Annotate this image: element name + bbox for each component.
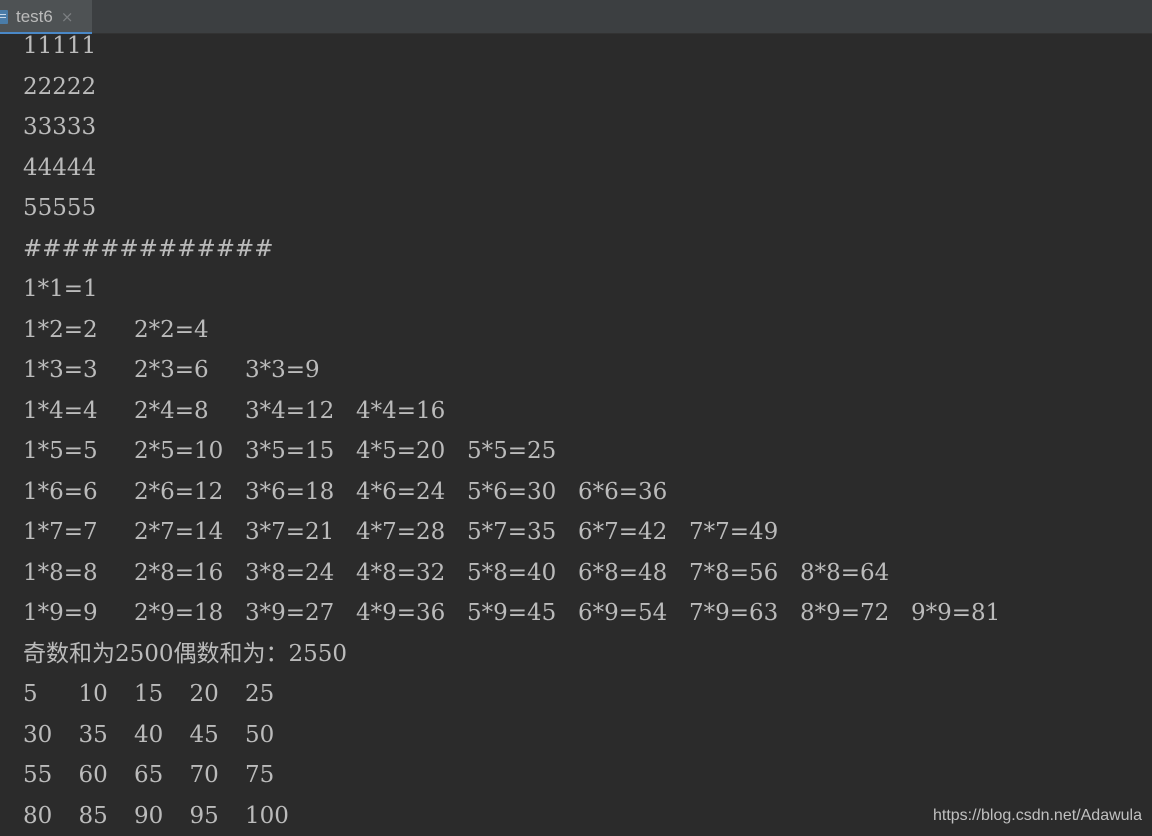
console-cell: 2*7=14 — [134, 512, 223, 553]
console-cell: 80 — [23, 796, 52, 836]
console-cell: 40 — [134, 715, 163, 756]
console-cell: 2*4=8 — [134, 391, 209, 432]
console-cell: 44444 — [23, 148, 96, 189]
console-cell: 50 — [245, 715, 274, 756]
console-cell: 5*8=40 — [467, 553, 556, 594]
console-cell: 11111 — [23, 26, 96, 67]
console-cell: 2*5=10 — [134, 431, 223, 472]
console-cell: 1*6=6 — [23, 472, 98, 513]
console-cell: 4*9=36 — [356, 593, 445, 634]
console-line: 55 60 65 70 75 — [23, 755, 1143, 796]
console-cell: 3*4=12 — [245, 391, 334, 432]
console-line: 33333 — [23, 107, 1143, 148]
console-cell: 20 — [190, 674, 219, 715]
console-line: 44444 — [23, 148, 1143, 189]
console-cell: 1*9=9 — [23, 593, 98, 634]
console-cell: 6*8=48 — [578, 553, 667, 594]
console-cell: 7*8=56 — [689, 553, 778, 594]
console-cell: 2*8=16 — [134, 553, 223, 594]
console-cell: 7*7=49 — [689, 512, 778, 553]
watermark: https://blog.csdn.net/Adawula — [933, 807, 1142, 825]
console-cell: 5 — [23, 674, 38, 715]
console-cell: 22222 — [23, 67, 96, 108]
console-line: 5 10 15 20 25 — [23, 674, 1143, 715]
console-cell: 4*8=32 — [356, 553, 445, 594]
console-cell: 1*7=7 — [23, 512, 98, 553]
console-line: 1*9=9 2*9=18 3*9=27 4*9=36 5*9=45 6*9=54 7*9=6… — [23, 593, 1143, 634]
console-cell: 5*7=35 — [467, 512, 556, 553]
console-line: 1*3=3 2*3=6 3*3=9 — [23, 350, 1143, 391]
console-cell: 10 — [79, 674, 108, 715]
console-cell: 3*6=18 — [245, 472, 334, 513]
console-cell: 90 — [134, 796, 163, 836]
console-cell: 1*4=4 — [23, 391, 98, 432]
console-cell: 45 — [190, 715, 219, 756]
console-cell: 4*5=20 — [356, 431, 445, 472]
console-cell: 2*6=12 — [134, 472, 223, 513]
console-line: 11111 — [23, 26, 1143, 67]
console-line: 1*5=5 2*5=10 3*5=15 4*5=20 5*5=25 — [23, 431, 1143, 472]
console-cell: 2*3=6 — [134, 350, 209, 391]
console-cell: 7*9=63 — [689, 593, 778, 634]
console-cell: 8*9=72 — [800, 593, 889, 634]
console-cell: 65 — [134, 755, 163, 796]
console-line: 22222 — [23, 67, 1143, 108]
console-line: ############# — [23, 229, 1143, 270]
console-cell: 3*9=27 — [245, 593, 334, 634]
console-line: 55555 — [23, 188, 1143, 229]
console-cell: 3*3=9 — [245, 350, 320, 391]
console-line: 1*1=1 — [23, 269, 1143, 310]
console-cell: 5*6=30 — [467, 472, 556, 513]
console-cell: 15 — [134, 674, 163, 715]
console-line: 1*8=8 2*8=16 3*8=24 4*8=32 5*8=40 6*8=48 7*8=5… — [23, 553, 1143, 594]
console-cell: 85 — [79, 796, 108, 836]
console-cell: 6*9=54 — [578, 593, 667, 634]
console-line: 1*2=2 2*2=4 — [23, 310, 1143, 351]
console-cell: 1*2=2 — [23, 310, 98, 351]
console-cell: 60 — [79, 755, 108, 796]
console-cell: 9*9=81 — [911, 593, 1000, 634]
console-cell: 2*9=18 — [134, 593, 223, 634]
console-line: 1*4=4 2*4=8 3*4=12 4*4=16 — [23, 391, 1143, 432]
console-cell: 1*1=1 — [23, 269, 98, 310]
console-cell: 4*4=16 — [356, 391, 445, 432]
console-cell: 4*6=24 — [356, 472, 445, 513]
console-cell: 6*6=36 — [578, 472, 667, 513]
console-cell: 2*2=4 — [134, 310, 209, 351]
console-cell: 33333 — [23, 107, 96, 148]
console-cell: ############# — [23, 229, 274, 270]
console-cell: 6*7=42 — [578, 512, 667, 553]
console-cell: 35 — [79, 715, 108, 756]
console-cell: 70 — [190, 755, 219, 796]
console-cell: 1*5=5 — [23, 431, 98, 472]
console-cell: 95 — [190, 796, 219, 836]
console-cell: 25 — [245, 674, 274, 715]
console-cell: 奇数和为2500偶数和为：2550 — [23, 634, 347, 675]
console-cell: 3*5=15 — [245, 431, 334, 472]
console-cell: 8*8=64 — [800, 553, 889, 594]
console-cell: 55555 — [23, 188, 96, 229]
console-cell: 100 — [245, 796, 289, 836]
console-cell: 1*8=8 — [23, 553, 98, 594]
console-cell: 3*7=21 — [245, 512, 334, 553]
console-cell: 5*5=25 — [467, 431, 556, 472]
console-line: 1*6=6 2*6=12 3*6=18 4*6=24 5*6=30 6*6=36 — [23, 472, 1143, 513]
console-cell: 1*3=3 — [23, 350, 98, 391]
console-line: 30 35 40 45 50 — [23, 715, 1143, 756]
console-cell: 3*8=24 — [245, 553, 334, 594]
console-line: 奇数和为2500偶数和为：2550 — [23, 634, 1143, 675]
console-cell: 4*7=28 — [356, 512, 445, 553]
console-cell: 30 — [23, 715, 52, 756]
console-line: 1*7=7 2*7=14 3*7=21 4*7=28 5*7=35 6*7=42 7*7=4… — [23, 512, 1143, 553]
java-file-icon — [0, 10, 8, 24]
console-cell: 5*9=45 — [467, 593, 556, 634]
console-cell: 55 — [23, 755, 52, 796]
console-cell: 75 — [245, 755, 274, 796]
console-output: 1111122222333334444455555#############1*… — [23, 26, 1143, 836]
